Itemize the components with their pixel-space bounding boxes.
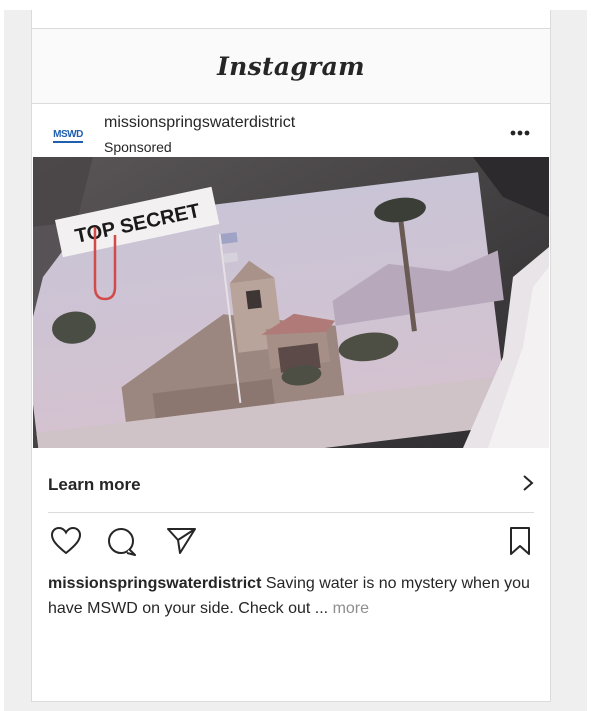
comment-icon[interactable] (106, 526, 138, 563)
post-actions (48, 526, 534, 560)
caption-more-link[interactable]: more (333, 600, 369, 617)
page: Instagram MSWD missionspringswaterdistri… (0, 0, 591, 711)
post-image[interactable]: TOP SECRET (33, 157, 549, 448)
left-gutter (0, 10, 4, 711)
learn-more-link[interactable]: Learn more (48, 458, 534, 513)
share-icon[interactable] (166, 526, 198, 561)
post-header: MSWD missionspringswaterdistrict Sponsor… (32, 105, 550, 165)
post-username[interactable]: missionspringswaterdistrict (104, 114, 295, 132)
top-strip (0, 0, 591, 10)
post-caption: missionspringswaterdistrict Saving water… (48, 571, 538, 621)
more-options-icon[interactable] (506, 123, 534, 143)
bookmark-icon[interactable] (508, 526, 532, 561)
avatar[interactable]: MSWD (46, 123, 90, 149)
heart-icon[interactable] (50, 526, 82, 561)
instagram-post-frame: Instagram MSWD missionspringswaterdistri… (31, 10, 551, 702)
instagram-header: Instagram (32, 28, 550, 104)
right-gutter (587, 10, 591, 711)
chevron-right-icon (522, 474, 534, 496)
sponsored-label: Sponsored (104, 139, 172, 155)
caption-username[interactable]: missionspringswaterdistrict (48, 575, 261, 592)
avatar-logo-text: MSWD (53, 129, 83, 143)
frame-bottom-border (32, 701, 550, 702)
instagram-logo[interactable]: Instagram (217, 52, 365, 81)
learn-more-label: Learn more (48, 475, 141, 494)
